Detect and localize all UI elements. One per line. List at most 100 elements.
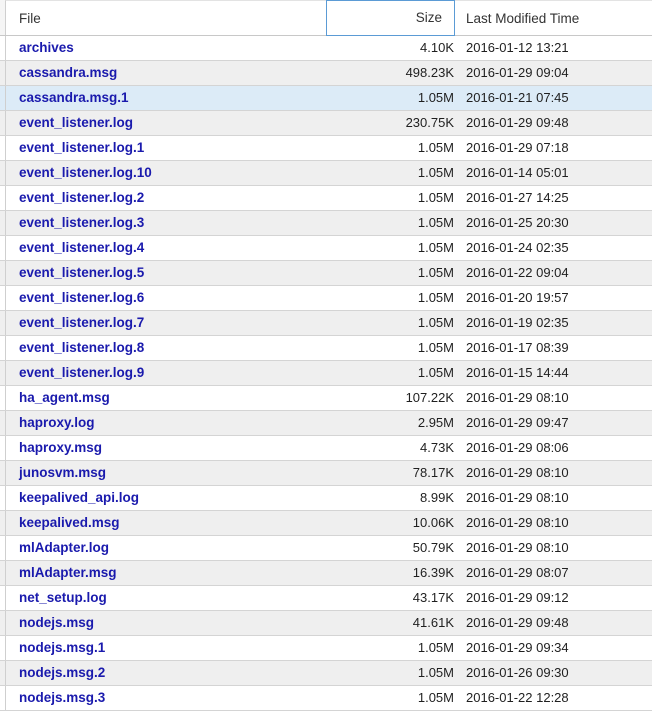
file-name-link[interactable]: ha_agent.msg (6, 386, 336, 410)
file-size-cell: 78.17K (412, 465, 454, 480)
table-row[interactable]: event_listener.log.5 1.05M 2016-01-22 09:0… (0, 261, 652, 286)
table-row[interactable]: keepalived_api.log 8.99K 2016-01-29 08:10 (0, 486, 652, 511)
file-name-link[interactable]: haproxy.msg (6, 436, 336, 460)
file-name-link[interactable]: event_listener.log.5 (6, 261, 336, 285)
table-row-inner: mlAdapter.msg 16.39K 2016-01-29 08:07 (5, 561, 652, 585)
file-size-cell: 1.05M (417, 215, 454, 230)
table-row[interactable]: nodejs.msg.3 1.05M 2016-01-22 12:28 (0, 686, 652, 711)
table-row-inner: event_listener.log.5 1.05M 2016-01-22 09:0… (5, 261, 652, 285)
table-row[interactable]: archives 4.10K 2016-01-12 13:21 (0, 36, 652, 61)
file-size-cell: 16.39K (412, 565, 454, 580)
file-name-link[interactable]: nodejs.msg.1 (6, 636, 336, 660)
file-size-cell: 1.05M (417, 690, 454, 705)
table-row[interactable]: net_setup.log 43.17K 2016-01-29 09:12 (0, 586, 652, 611)
file-name-link[interactable]: mlAdapter.msg (6, 561, 336, 585)
table-row[interactable]: junosvm.msg 78.17K 2016-01-29 08:10 (0, 461, 652, 486)
table-row[interactable]: event_listener.log.8 1.05M 2016-01-17 08:3… (0, 336, 652, 361)
table-row[interactable]: nodejs.msg 41.61K 2016-01-29 09:48 (0, 611, 652, 636)
table-row[interactable]: event_listener.log.2 1.05M 2016-01-27 14:2… (0, 186, 652, 211)
file-size-cell: 498.23K (405, 65, 454, 80)
last-modified-time-cell: 2016-01-19 02:35 (466, 315, 569, 330)
last-modified-time-cell: 2016-01-29 08:10 (466, 390, 569, 405)
file-name-link[interactable]: event_listener.log.2 (6, 186, 336, 210)
table-row[interactable]: mlAdapter.msg 16.39K 2016-01-29 08:07 (0, 561, 652, 586)
table-row[interactable]: nodejs.msg.1 1.05M 2016-01-29 09:34 (0, 636, 652, 661)
file-name-link[interactable]: nodejs.msg (6, 611, 336, 635)
last-modified-time-cell: 2016-01-20 19:57 (466, 290, 569, 305)
column-header-size[interactable]: Size (326, 0, 455, 36)
table-row[interactable]: nodejs.msg.2 1.05M 2016-01-26 09:30 (0, 661, 652, 686)
file-name-link[interactable]: nodejs.msg.3 (6, 686, 336, 710)
last-modified-time-cell: 2016-01-29 09:47 (466, 415, 569, 430)
table-row-inner: haproxy.log 2.95M 2016-01-29 09:47 (5, 411, 652, 435)
file-name-link[interactable]: event_listener.log (6, 111, 336, 135)
file-name-link[interactable]: event_listener.log.4 (6, 236, 336, 260)
file-listing-table: File Size Last Modified Time archives 4.1… (0, 0, 652, 715)
file-size-cell: 4.73K (420, 440, 454, 455)
file-size-cell: 1.05M (417, 665, 454, 680)
table-row-inner: event_listener.log.8 1.05M 2016-01-17 08:3… (5, 336, 652, 360)
file-name-link[interactable]: archives (6, 36, 336, 60)
file-name-link[interactable]: event_listener.log.1 (6, 136, 336, 160)
file-name-link[interactable]: event_listener.log.7 (6, 311, 336, 335)
file-name-link[interactable]: event_listener.log.3 (6, 211, 336, 235)
file-size-cell: 2.95M (417, 415, 454, 430)
table-row[interactable]: event_listener.log.3 1.05M 2016-01-25 20:3… (0, 211, 652, 236)
file-name-link[interactable]: event_listener.log.10 (6, 161, 336, 185)
table-row[interactable]: haproxy.log 2.95M 2016-01-29 09:47 (0, 411, 652, 436)
file-name-link[interactable]: mlAdapter.log (6, 536, 336, 560)
table-body: archives 4.10K 2016-01-12 13:21 cassandra.m… (0, 36, 652, 711)
table-row[interactable]: event_listener.log.1 1.05M 2016-01-29 07:1… (0, 136, 652, 161)
last-modified-time-cell: 2016-01-22 09:04 (466, 265, 569, 280)
table-row[interactable]: haproxy.msg 4.73K 2016-01-29 08:06 (0, 436, 652, 461)
table-row-inner: event_listener.log.1 1.05M 2016-01-29 07:1… (5, 136, 652, 160)
last-modified-time-cell: 2016-01-22 12:28 (466, 690, 569, 705)
last-modified-time-cell: 2016-01-29 09:04 (466, 65, 569, 80)
column-header-last-modified-time[interactable]: Last Modified Time (466, 1, 652, 36)
file-size-cell: 1.05M (417, 190, 454, 205)
file-name-link[interactable]: junosvm.msg (6, 461, 336, 485)
table-row[interactable]: event_listener.log 230.75K 2016-01-29 09:4… (0, 111, 652, 136)
last-modified-time-cell: 2016-01-29 08:10 (466, 540, 569, 555)
column-header-file[interactable]: File (6, 1, 326, 36)
file-name-link[interactable]: cassandra.msg.1 (6, 86, 336, 110)
last-modified-time-cell: 2016-01-25 20:30 (466, 215, 569, 230)
table-row[interactable]: mlAdapter.log 50.79K 2016-01-29 08:10 (0, 536, 652, 561)
file-name-link[interactable]: event_listener.log.8 (6, 336, 336, 360)
table-row-inner: archives 4.10K 2016-01-12 13:21 (5, 36, 652, 60)
table-row[interactable]: cassandra.msg 498.23K 2016-01-29 09:04 (0, 61, 652, 86)
last-modified-time-cell: 2016-01-21 07:45 (466, 90, 569, 105)
file-size-cell: 107.22K (405, 390, 454, 405)
table-row-inner: mlAdapter.log 50.79K 2016-01-29 08:10 (5, 536, 652, 560)
table-row[interactable]: cassandra.msg.1 1.05M 2016-01-21 07:45 (0, 86, 652, 111)
file-name-link[interactable]: event_listener.log.6 (6, 286, 336, 310)
table-row-inner: event_listener.log.3 1.05M 2016-01-25 20:3… (5, 211, 652, 235)
file-size-cell: 230.75K (405, 115, 454, 130)
table-row[interactable]: event_listener.log.4 1.05M 2016-01-24 02:3… (0, 236, 652, 261)
file-size-cell: 1.05M (417, 90, 454, 105)
table-row-inner: cassandra.msg.1 1.05M 2016-01-21 07:45 (5, 86, 652, 110)
file-name-link[interactable]: event_listener.log.9 (6, 361, 336, 385)
file-size-cell: 1.05M (417, 365, 454, 380)
file-name-link[interactable]: keepalived.msg (6, 511, 336, 535)
last-modified-time-cell: 2016-01-29 09:12 (466, 590, 569, 605)
table-row[interactable]: keepalived.msg 10.06K 2016-01-29 08:10 (0, 511, 652, 536)
last-modified-time-cell: 2016-01-29 08:07 (466, 565, 569, 580)
last-modified-time-cell: 2016-01-29 07:18 (466, 140, 569, 155)
file-name-link[interactable]: haproxy.log (6, 411, 336, 435)
last-modified-time-cell: 2016-01-15 14:44 (466, 365, 569, 380)
file-name-link[interactable]: net_setup.log (6, 586, 336, 610)
table-row-inner: event_listener.log.9 1.05M 2016-01-15 14:4… (5, 361, 652, 385)
table-row[interactable]: event_listener.log.7 1.05M 2016-01-19 02:3… (0, 311, 652, 336)
file-name-link[interactable]: cassandra.msg (6, 61, 336, 85)
table-row[interactable]: event_listener.log.6 1.05M 2016-01-20 19:5… (0, 286, 652, 311)
table-row-inner: event_listener.log 230.75K 2016-01-29 09:4… (5, 111, 652, 135)
table-row[interactable]: event_listener.log.9 1.05M 2016-01-15 14:4… (0, 361, 652, 386)
last-modified-time-cell: 2016-01-26 09:30 (466, 665, 569, 680)
file-size-cell: 1.05M (417, 140, 454, 155)
file-name-link[interactable]: keepalived_api.log (6, 486, 336, 510)
table-row[interactable]: ha_agent.msg 107.22K 2016-01-29 08:10 (0, 386, 652, 411)
file-name-link[interactable]: nodejs.msg.2 (6, 661, 336, 685)
file-size-cell: 43.17K (412, 590, 454, 605)
table-row[interactable]: event_listener.log.10 1.05M 2016-01-14 05:… (0, 161, 652, 186)
